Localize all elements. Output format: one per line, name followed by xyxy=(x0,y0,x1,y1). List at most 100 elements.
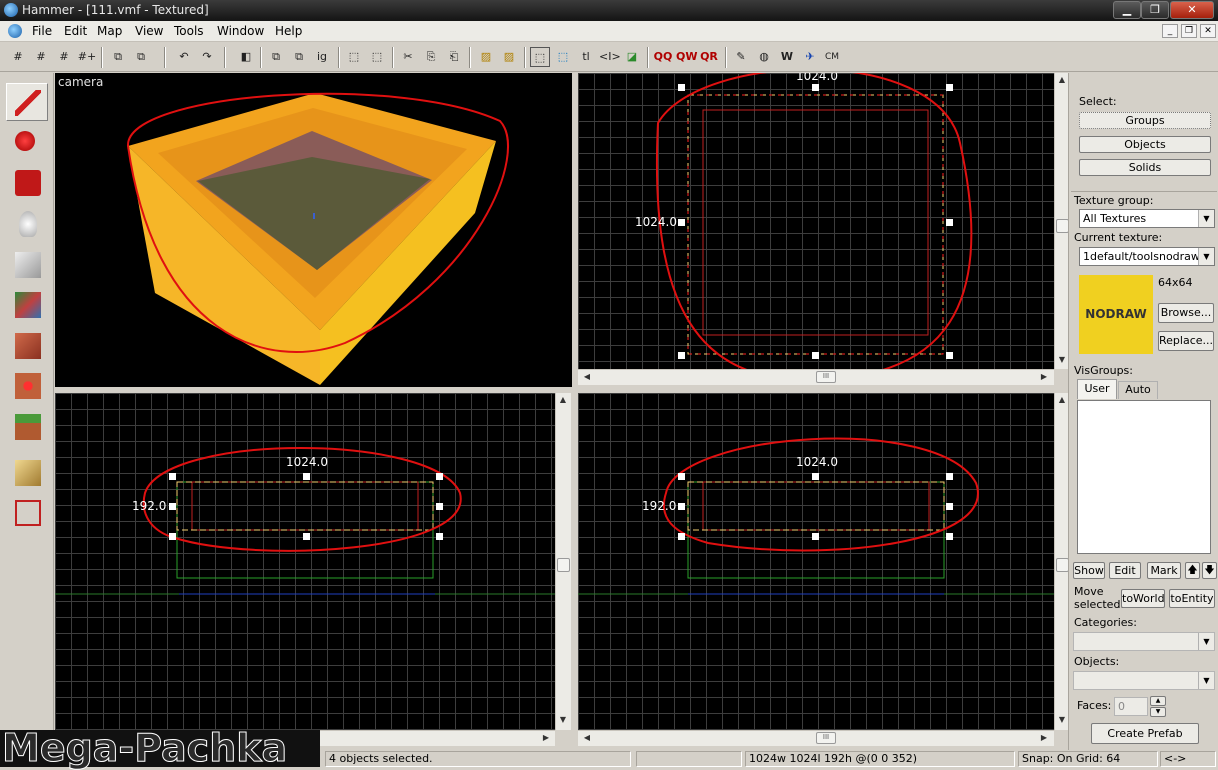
cordon-icon[interactable]: ◪ xyxy=(622,47,642,67)
align-icon[interactable]: <I> xyxy=(599,47,621,67)
tab-user[interactable]: User xyxy=(1077,379,1117,399)
top-viewport[interactable]: 1024.0 1024.0 xyxy=(578,73,1054,369)
copy-icon[interactable]: ⎘ xyxy=(421,47,441,67)
create-prefab-button[interactable]: Create Prefab xyxy=(1091,723,1199,744)
ungroup-icon[interactable]: ⧉ xyxy=(131,47,151,67)
top-viewport-hscrollbar[interactable]: ◀ III ▶ xyxy=(578,369,1054,385)
entity-report-icon[interactable]: ✎ xyxy=(731,47,751,67)
to-world-button[interactable]: toWorld xyxy=(1121,589,1165,608)
move-to-world-icon[interactable]: ⧉ xyxy=(289,47,309,67)
front-viewport-vscrollbar[interactable]: ▲ ▼ xyxy=(555,393,571,730)
menu-window[interactable]: Window xyxy=(217,24,264,38)
map-info-icon[interactable]: W xyxy=(777,47,797,67)
carve-icon[interactable]: ◧ xyxy=(236,47,256,67)
current-texture-label: Current texture: xyxy=(1074,231,1163,244)
side-height-label: 192.0 xyxy=(642,499,677,513)
select-objects-button[interactable]: Objects xyxy=(1079,136,1211,153)
close-button[interactable]: ✕ xyxy=(1170,1,1214,19)
selection-box-icon[interactable]: ⬚ xyxy=(530,47,550,67)
front-viewport[interactable]: 1024.0 192.0 xyxy=(55,393,555,730)
objects-select[interactable]: ▼ xyxy=(1073,671,1215,690)
grid-larger-icon[interactable]: # xyxy=(54,47,74,67)
menu-help[interactable]: Help xyxy=(275,24,302,38)
hide-unselected-icon[interactable]: ⬚ xyxy=(367,47,387,67)
mdi-restore-button[interactable]: ❐ xyxy=(1181,24,1197,38)
block-icon xyxy=(15,252,41,278)
select-by-handles-icon[interactable]: ⬚ xyxy=(553,47,573,67)
browse-button[interactable]: Browse... xyxy=(1158,303,1214,323)
menu-file[interactable]: File xyxy=(32,24,52,38)
magnify-tool[interactable] xyxy=(6,124,48,162)
to-entity-button[interactable]: toEntity xyxy=(1169,589,1215,608)
block-tool[interactable] xyxy=(6,245,48,283)
chevron-down-icon: ▼ xyxy=(1198,210,1214,227)
visgroup-mark-button[interactable]: Mark xyxy=(1147,562,1181,579)
categories-select[interactable]: ▼ xyxy=(1073,632,1215,651)
visgroup-up-icon[interactable]: 🡅 xyxy=(1185,562,1200,579)
menu-map[interactable]: Map xyxy=(97,24,122,38)
visgroup-edit-button[interactable]: Edit xyxy=(1109,562,1141,579)
status-size: 1024w 1024l 192h @(0 0 352) xyxy=(745,751,1015,767)
faces-down-arrow-icon[interactable]: ▼ xyxy=(1150,707,1166,717)
tie-to-entity-icon[interactable]: ⧉ xyxy=(266,47,286,67)
visgroup-down-icon[interactable]: 🡇 xyxy=(1202,562,1217,579)
overlay-tool[interactable] xyxy=(6,407,48,445)
document-icon[interactable] xyxy=(8,24,22,38)
redo-icon[interactable]: ↷ xyxy=(197,47,217,67)
side-width-label: 1024.0 xyxy=(796,455,838,469)
clip-cube-icon xyxy=(15,460,41,486)
tab-auto[interactable]: Auto xyxy=(1118,381,1158,399)
visgroup-show-button[interactable]: Show xyxy=(1073,562,1105,579)
minimize-button[interactable]: ▁ xyxy=(1113,1,1141,19)
side-viewport-hscrollbar[interactable]: ◀ III ▶ xyxy=(578,730,1054,746)
hide-selected-icon[interactable]: ⬚ xyxy=(344,47,364,67)
ignore-groups-icon[interactable]: ig xyxy=(312,47,332,67)
undo-icon[interactable]: ↶ xyxy=(174,47,194,67)
cubemap-icon[interactable]: CM xyxy=(822,47,842,67)
flat-red-icon[interactable]: QW xyxy=(676,47,697,67)
camera-3d-render xyxy=(126,92,509,385)
vertex-tool[interactable] xyxy=(6,493,48,531)
texture-group-select[interactable]: All Textures ▼ xyxy=(1079,209,1215,228)
tool-palette xyxy=(0,73,54,767)
toggle-texlock-icon[interactable]: ▨ xyxy=(476,47,496,67)
texture-scale-lock-icon[interactable]: ▨ xyxy=(499,47,519,67)
run-map-icon[interactable]: ✈ xyxy=(800,47,820,67)
decal-tool[interactable] xyxy=(6,366,48,404)
faces-input[interactable]: 0 xyxy=(1114,697,1148,716)
menu-edit[interactable]: Edit xyxy=(64,24,87,38)
pointer-icon xyxy=(15,90,41,116)
menu-tools[interactable]: Tools xyxy=(174,24,204,38)
entity-tool[interactable] xyxy=(6,204,48,242)
texture-application-tool[interactable] xyxy=(6,285,48,323)
select-groups-button[interactable]: Groups xyxy=(1079,112,1211,129)
replace-button[interactable]: Replace... xyxy=(1158,331,1214,351)
texture-lock-icon[interactable]: tl xyxy=(576,47,596,67)
camera-tool[interactable] xyxy=(6,163,48,201)
mdi-close-button[interactable]: ✕ xyxy=(1200,24,1216,38)
current-texture-select[interactable]: 1default/toolsnodraw ▼ xyxy=(1079,247,1215,266)
title-bar: Hammer - [111.vmf - Textured] ▁ ❐ ✕ xyxy=(0,0,1218,21)
wireframe-red-icon[interactable]: QQ xyxy=(653,47,673,67)
mdi-minimize-button[interactable]: _ xyxy=(1162,24,1178,38)
grid-3d-icon[interactable]: #+ xyxy=(77,47,97,67)
overlay-cube-icon xyxy=(15,414,41,440)
selection-tool[interactable] xyxy=(6,83,48,121)
menu-view[interactable]: View xyxy=(135,24,163,38)
camera-viewport[interactable]: camera xyxy=(55,73,572,387)
side-viewport[interactable]: 1024.0 192.0 xyxy=(578,393,1054,730)
clipping-tool[interactable] xyxy=(6,453,48,491)
grid-smaller-icon[interactable]: # xyxy=(31,47,51,67)
textured-red-icon[interactable]: QR xyxy=(699,47,719,67)
faces-up-arrow-icon[interactable]: ▲ xyxy=(1150,696,1166,706)
select-solids-button[interactable]: Solids xyxy=(1079,159,1211,176)
check-problems-icon[interactable]: ◍ xyxy=(754,47,774,67)
window-title: Hammer - [111.vmf - Textured] xyxy=(22,3,209,17)
paste-icon[interactable]: ⎗ xyxy=(444,47,464,67)
cut-icon[interactable]: ✂ xyxy=(398,47,418,67)
maximize-button[interactable]: ❐ xyxy=(1141,1,1169,19)
grid-toggle-icon[interactable]: # xyxy=(8,47,28,67)
visgroups-list[interactable] xyxy=(1077,400,1211,554)
apply-current-texture-tool[interactable] xyxy=(6,326,48,364)
group-icon[interactable]: ⧉ xyxy=(108,47,128,67)
